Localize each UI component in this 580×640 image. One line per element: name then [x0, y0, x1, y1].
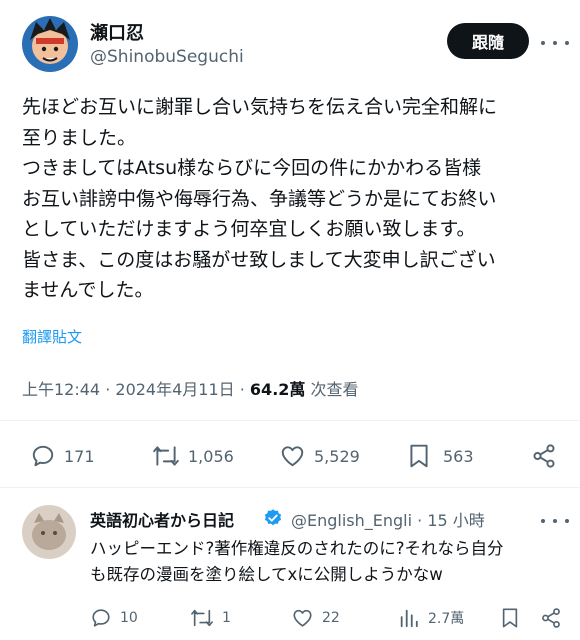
views-count: 64.2萬 [249, 380, 306, 399]
reply-reply-button[interactable]: 10 [90, 607, 138, 629]
author-handle[interactable]: @ShinobuSeguchi [90, 47, 244, 67]
post-text-line: 先ほどお互いに謝罪し合い気持ちを伝え合い完全和解に [22, 96, 498, 118]
like-count: 5,529 [314, 446, 360, 466]
reply-views-button[interactable]: 2.7萬 [398, 607, 464, 629]
post-date[interactable]: 2024年4月11日 [115, 380, 234, 399]
reply-bookmark-button[interactable] [500, 607, 520, 629]
bookmark-icon [410, 444, 428, 468]
share-icon [542, 608, 560, 628]
reply-count: 171 [64, 446, 95, 466]
more-options-icon[interactable] [541, 36, 569, 50]
translate-post-link[interactable]: 翻譯貼文 [22, 326, 82, 347]
post-text-line: お互い誹謗中傷や侮辱行為、争議等どうか是にてお終い [22, 187, 497, 210]
bookmark-icon [502, 608, 518, 628]
post-text-line: つきましてはAtsu様ならびに今回の件にかかわる皆様 [22, 157, 482, 179]
post-text: 先ほどお互いに謝罪し合い気持ちを伝え合い完全和解に 至りました。 つきましてはA… [22, 92, 562, 306]
analytics-icon [400, 609, 418, 628]
heart-icon [293, 609, 312, 627]
author-avatar[interactable] [22, 16, 78, 72]
reply-button[interactable]: 171 [30, 443, 95, 469]
reply-icon [92, 609, 110, 627]
divider [0, 420, 580, 421]
reply-icon [32, 445, 54, 467]
reply-text: ハッピーエンド?著作権違反のされたのに?それなら自分 も既存の漫画を塗り絵してx… [90, 536, 560, 588]
views-label: 次查看 [310, 380, 359, 399]
share-button[interactable] [531, 443, 557, 469]
reply-like-count: 22 [322, 610, 340, 626]
post-text-line: ませんでした。 [22, 279, 154, 301]
verified-badge-icon [263, 508, 283, 528]
follow-button[interactable]: 跟隨 [447, 23, 529, 59]
reply-author-meta: @English_Engli · 15 小時 [291, 511, 485, 530]
repost-icon [153, 446, 179, 466]
author-name[interactable]: 瀬口忍 [90, 19, 144, 45]
reply-time[interactable]: 15 小時 [427, 511, 484, 530]
reply-text-line: ハッピーエンド?著作権違反のされたのに?それなら自分 [90, 539, 504, 558]
post-time[interactable]: 上午12:44 [22, 380, 100, 399]
reply-repost-count: 1 [222, 610, 231, 626]
post-text-line: 皆さま、この度はお騒がせ致しまして大変申し訳ござい [22, 248, 496, 271]
reply-repost-button[interactable]: 1 [190, 607, 231, 629]
like-button[interactable]: 5,529 [279, 443, 360, 469]
repost-count: 1,056 [188, 446, 234, 466]
reply-like-button[interactable]: 22 [291, 607, 340, 629]
reply-more-options-icon[interactable] [541, 514, 569, 528]
bookmark-count: 563 [443, 446, 474, 466]
reply-author-name[interactable]: 英語初心者から日記 [90, 507, 234, 531]
reply-author-handle[interactable]: @English_Engli [291, 511, 412, 530]
reply-share-button[interactable] [540, 607, 562, 629]
heart-icon [281, 446, 304, 467]
divider [0, 487, 580, 488]
reply-author-avatar[interactable] [22, 505, 76, 559]
reply-views-count: 2.7萬 [428, 611, 465, 627]
bookmark-button[interactable]: 563 [407, 443, 474, 469]
post-text-line: 至りました。 [22, 126, 137, 149]
post-text-line: としていただけますよう何卒宜しくお願い致します。 [22, 218, 476, 240]
reply-text-line: も既存の漫画を塗り絵してxに公開しようかなw [90, 565, 443, 584]
post-meta: 上午12:44 · 2024年4月11日 · 64.2萬 次查看 [22, 380, 359, 399]
repost-button[interactable]: 1,056 [152, 443, 234, 469]
share-icon [533, 444, 555, 468]
repost-icon [191, 609, 213, 627]
reply-reply-count: 10 [120, 610, 138, 626]
